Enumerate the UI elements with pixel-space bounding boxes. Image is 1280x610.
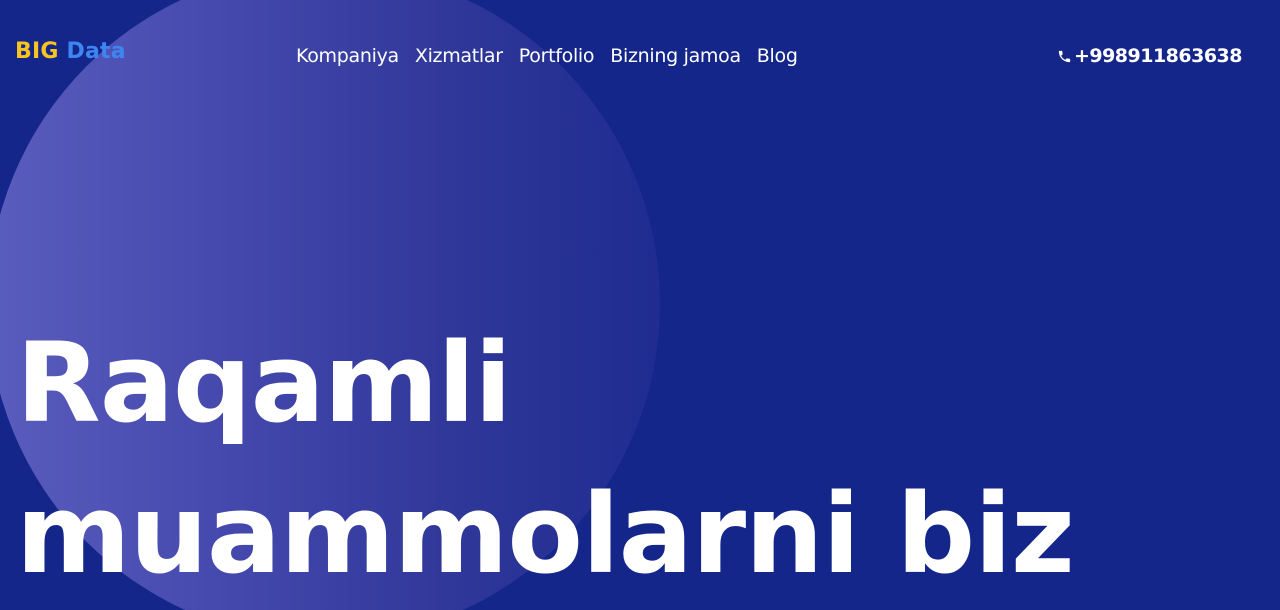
phone-icon xyxy=(1058,50,1071,62)
hero-line-2: muammolarni biz xyxy=(16,470,1075,598)
landing-page: BIG Data Kompaniya Xizmatlar Portfolio B… xyxy=(0,0,1280,610)
hero-line-1: Raqamli xyxy=(16,319,512,447)
hero-heading: Raqamli muammolarni biz xyxy=(16,308,1075,610)
main-nav: Kompaniya Xizmatlar Portfolio Bizning ja… xyxy=(296,42,798,70)
phone-number: +998911863638 xyxy=(1073,45,1243,67)
logo-word-big: BIG xyxy=(15,39,59,64)
logo-word-data: Data xyxy=(66,39,126,64)
nav-item-portfolio[interactable]: Portfolio xyxy=(519,42,595,70)
nav-item-kompaniya[interactable]: Kompaniya xyxy=(296,42,399,70)
site-header: BIG Data Kompaniya Xizmatlar Portfolio B… xyxy=(0,0,1280,110)
nav-item-bizning-jamoa[interactable]: Bizning jamoa xyxy=(610,42,741,70)
nav-item-xizmatlar[interactable]: Xizmatlar xyxy=(415,42,503,70)
brand-logo[interactable]: BIG Data xyxy=(15,38,126,66)
phone-link[interactable]: +998911863638 xyxy=(1057,42,1243,70)
nav-item-blog[interactable]: Blog xyxy=(757,42,798,70)
